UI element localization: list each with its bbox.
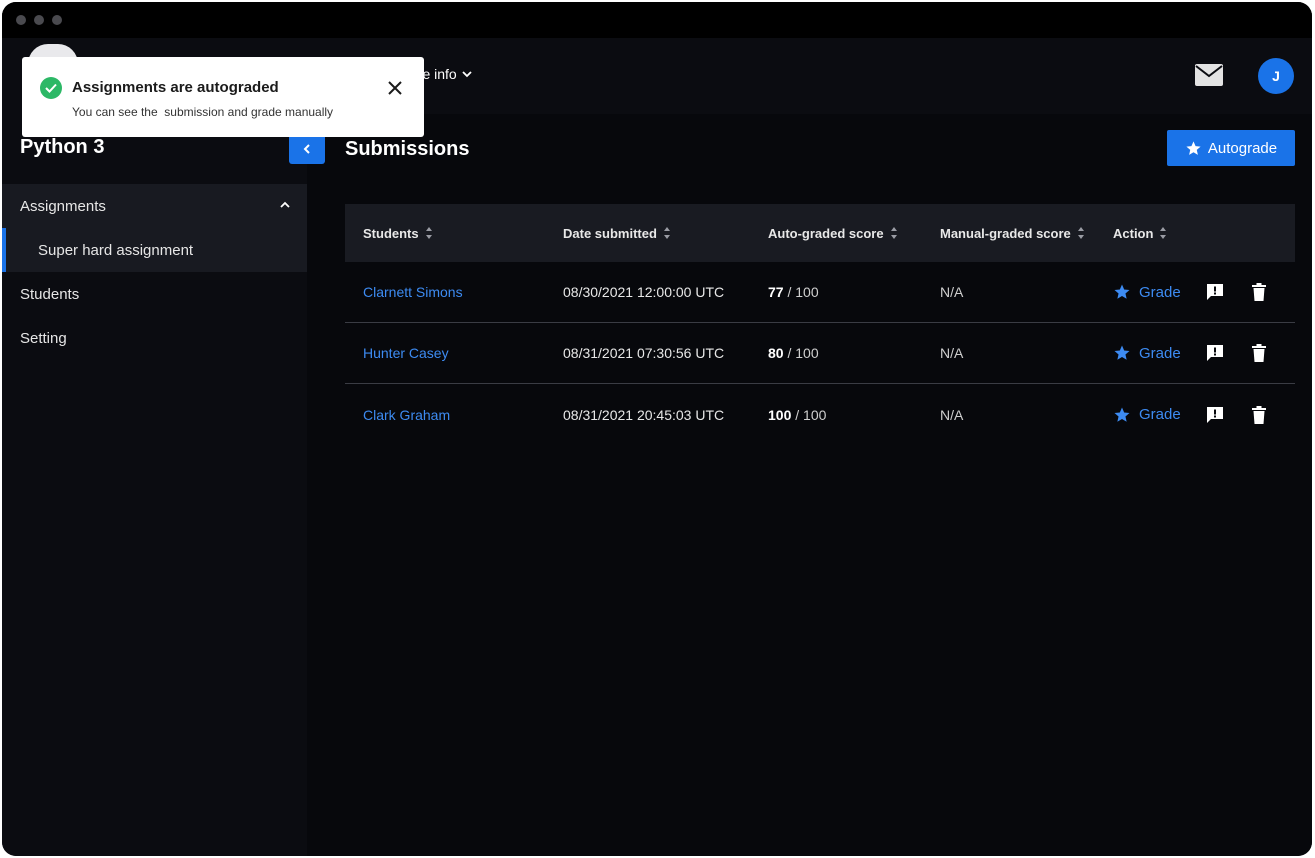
window-titlebar — [2, 2, 1312, 38]
window-minimize-dot[interactable] — [34, 15, 44, 25]
auto-graded-score: 77 / 100 — [750, 284, 922, 300]
sort-icon — [425, 227, 432, 239]
column-header-manual-graded-score[interactable]: Manual-graded score — [940, 226, 1095, 241]
sort-icon — [890, 227, 897, 239]
grade-button[interactable]: Grade — [1113, 283, 1181, 301]
score-value: 100 — [768, 406, 792, 423]
sidebar-item-students[interactable]: Students — [2, 272, 307, 316]
star-icon — [1186, 140, 1201, 155]
autograde-button[interactable]: Autograde — [1167, 130, 1295, 166]
table-header: Students Date submitted Auto-graded scor… — [345, 204, 1295, 262]
score-max: / 100 — [783, 284, 819, 300]
chevron-down-icon — [462, 71, 472, 78]
trash-icon — [1251, 405, 1266, 424]
score-value: 77 — [768, 284, 784, 300]
toast-message: You can see the submission and grade man… — [72, 105, 334, 119]
window-close-dot[interactable] — [16, 15, 26, 25]
date-submitted: 08/31/2021 20:45:03 UTC — [563, 406, 725, 423]
score-max: / 100 — [791, 406, 827, 423]
feedback-icon — [1206, 284, 1223, 300]
sidebar: Python 3 Assignments Super hard assignme… — [2, 114, 325, 856]
star-icon — [1114, 345, 1130, 360]
manual-graded-score: N/A — [940, 284, 964, 300]
toast-title: Assignments are autograded — [72, 79, 279, 96]
sidebar-item-label: Setting — [20, 329, 67, 347]
mail-icon[interactable] — [1194, 63, 1224, 87]
sidebar-item-label: Super hard assignment — [38, 241, 194, 259]
grade-label: Grade — [1139, 283, 1181, 301]
sort-icon — [1077, 227, 1084, 239]
trash-icon — [1251, 344, 1266, 362]
sort-icon — [663, 227, 670, 239]
manual-graded-score: N/A — [940, 345, 964, 361]
column-label: Date submitted — [563, 225, 657, 241]
sidebar-item-setting[interactable]: Setting — [2, 316, 307, 360]
sidebar-nav: Assignments Super hard assignment Studen… — [2, 184, 307, 360]
autograde-label: Autograde — [1207, 139, 1278, 157]
app-window: ore info J Python 3 Assignments Super ha… — [2, 2, 1312, 856]
column-header-date-submitted[interactable]: Date submitted — [563, 226, 750, 241]
main-content: Submissions Autograde Students Date subm… — [307, 114, 1312, 856]
delete-button[interactable] — [1251, 344, 1267, 362]
feedback-icon — [1206, 345, 1223, 361]
table-row: Clark Graham 08/31/2021 20:45:03 UTC 100… — [345, 384, 1295, 445]
score-value: 80 — [768, 345, 784, 361]
column-header-action[interactable]: Action — [1113, 226, 1167, 241]
grade-label: Grade — [1139, 406, 1181, 423]
chevron-left-icon — [303, 144, 310, 154]
student-link[interactable]: Clark Graham — [363, 407, 450, 423]
close-toast-button[interactable] — [384, 77, 406, 99]
active-indicator — [2, 228, 6, 272]
chevron-up-icon — [280, 201, 290, 208]
star-icon — [1114, 284, 1130, 299]
avatar-initial: J — [1272, 68, 1280, 84]
trash-icon — [1251, 283, 1266, 301]
auto-graded-score: 80 / 100 — [750, 345, 922, 361]
column-header-students[interactable]: Students — [363, 226, 545, 241]
course-title: Python 3 — [20, 136, 105, 158]
feedback-button[interactable] — [1205, 282, 1225, 302]
grade-button[interactable]: Grade — [1113, 344, 1181, 362]
success-toast: Assignments are autograded You can see t… — [22, 57, 424, 137]
window-maximize-dot[interactable] — [52, 15, 62, 25]
date-submitted: 08/31/2021 07:30:56 UTC — [563, 345, 725, 361]
column-label: Auto-graded score — [768, 225, 884, 241]
submissions-table: Students Date submitted Auto-graded scor… — [345, 204, 1295, 445]
feedback-icon — [1206, 406, 1223, 423]
check-circle-icon — [40, 77, 62, 99]
score-max: / 100 — [783, 345, 819, 361]
student-link[interactable]: Hunter Casey — [363, 345, 449, 361]
grade-button[interactable]: Grade — [1113, 406, 1181, 424]
grade-label: Grade — [1139, 344, 1181, 362]
table-row: Clarnett Simons 08/30/2021 12:00:00 UTC … — [345, 262, 1295, 323]
sidebar-item-label: Students — [20, 285, 80, 303]
column-label: Students — [363, 225, 419, 241]
column-header-auto-graded-score[interactable]: Auto-graded score — [768, 226, 922, 241]
sidebar-group-assignments: Assignments Super hard assignment — [2, 184, 307, 272]
sidebar-item-assignments[interactable]: Assignments — [2, 184, 307, 228]
date-submitted: 08/30/2021 12:00:00 UTC — [563, 284, 725, 300]
feedback-button[interactable] — [1205, 405, 1225, 425]
table-row: Hunter Casey 08/31/2021 07:30:56 UTC 80 … — [345, 323, 1295, 384]
column-label: Action — [1113, 225, 1154, 241]
sidebar-item-super-hard-assignment[interactable]: Super hard assignment — [2, 228, 307, 272]
feedback-button[interactable] — [1205, 343, 1225, 363]
collapse-sidebar-button[interactable] — [289, 134, 325, 164]
auto-graded-score: 100 / 100 — [750, 407, 922, 423]
delete-button[interactable] — [1251, 283, 1267, 301]
star-icon — [1114, 407, 1130, 422]
user-avatar[interactable]: J — [1258, 58, 1294, 94]
close-icon — [388, 81, 402, 95]
page-title: Submissions — [345, 138, 470, 160]
sort-icon — [1160, 227, 1167, 239]
sidebar-item-label: Assignments — [20, 197, 106, 215]
delete-button[interactable] — [1251, 405, 1267, 424]
column-label: Manual-graded score — [940, 225, 1071, 241]
student-link[interactable]: Clarnett Simons — [363, 284, 463, 300]
manual-graded-score: N/A — [940, 406, 964, 423]
